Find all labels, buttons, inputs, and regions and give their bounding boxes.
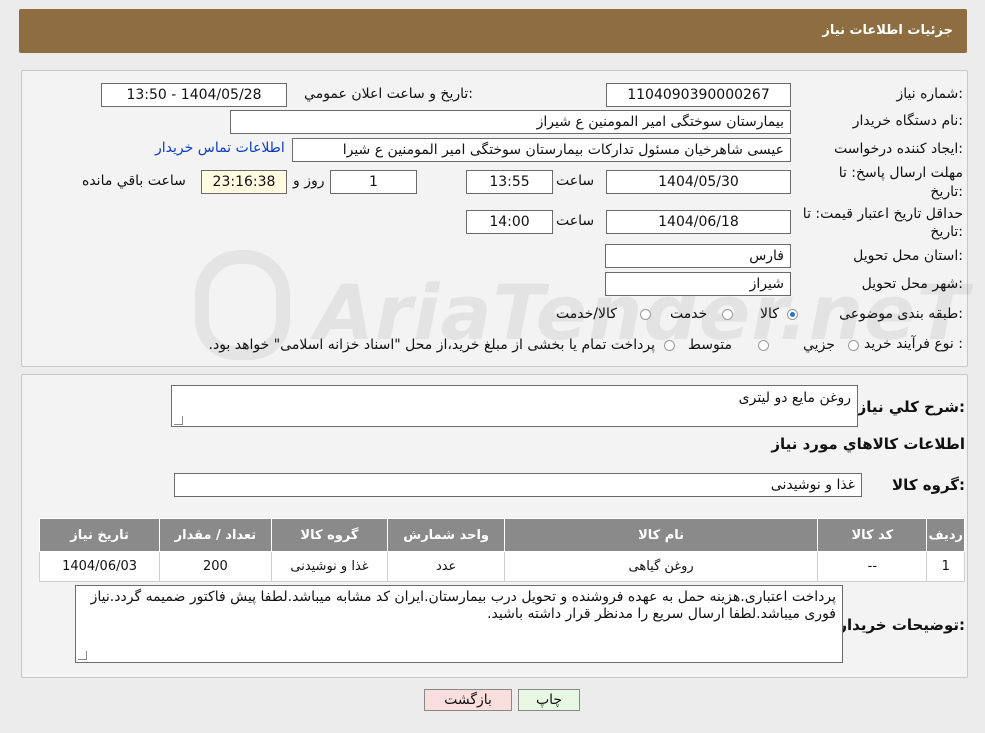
col-row: رديف — [926, 518, 965, 552]
city-field: شیراز — [605, 272, 791, 296]
city-label: شهر محل تحويل: — [861, 276, 963, 292]
page-header: جزئیات اطلاعات نیاز — [19, 9, 967, 53]
buyer-notes-textarea[interactable]: پرداخت اعتباری.هزینه حمل به عهده فروشنده… — [75, 585, 843, 663]
col-name: نام كالا — [503, 518, 819, 552]
buyer-notes-label: توضيحات خريدار: — [838, 616, 965, 634]
description-textarea[interactable]: روغن مایع دو لیتری — [171, 385, 858, 427]
category-option-goods: کالا — [760, 306, 779, 322]
buyer-notes-text: پرداخت اعتباری.هزینه حمل به عهده فروشنده… — [90, 589, 836, 622]
need-number-field: 1104090390000267 — [606, 83, 791, 107]
process-note: پرداخت تمام یا بخشی از مبلغ خرید،از محل … — [208, 337, 655, 353]
category-label: طبقه بندی موضوعی: — [839, 306, 963, 322]
province-field: فارس — [605, 244, 791, 268]
creator-label: ايجاد كننده درخواست: — [834, 141, 963, 157]
col-code: كد كالا — [817, 518, 928, 552]
process-radio-treasury[interactable] — [664, 340, 675, 351]
cell-date: 1404/06/03 — [38, 551, 161, 582]
goods-group-field: غذا و نوشیدنی — [174, 473, 862, 497]
province-label: استان محل تحويل: — [853, 248, 963, 264]
need-number-label: شماره نیاز: — [896, 86, 963, 102]
process-radio-medium[interactable] — [758, 340, 769, 351]
deadline-date-field: 1404/05/30 — [606, 170, 791, 194]
goods-info-title: اطلاعات كالاهاي مورد نياز — [771, 435, 965, 453]
process-radio-minor[interactable] — [848, 340, 859, 351]
days-label: روز و — [293, 173, 325, 189]
category-radio-goods[interactable] — [787, 309, 798, 320]
col-unit: واحد شمارش — [387, 518, 505, 552]
resize-handle-icon[interactable] — [174, 416, 183, 425]
back-button[interactable]: بازگشت — [424, 689, 512, 711]
goods-group-label: گروه كالا: — [892, 476, 965, 494]
cell-row: 1 — [926, 551, 965, 582]
col-date: تاريخ نياز — [38, 518, 161, 552]
buyer-org-label: نام دستگاه خريدار: — [852, 113, 963, 129]
col-quantity: تعداد / مقدار — [159, 518, 272, 552]
validity-label-date: تاريخ: — [930, 224, 963, 240]
validity-time-field: 14:00 — [466, 210, 553, 234]
page-title: جزئیات اطلاعات نیاز — [822, 23, 953, 38]
process-label: نوع فرآيند خريد : — [864, 336, 963, 352]
description-text: روغن مایع دو لیتری — [738, 390, 851, 406]
buyer-org-field: بیمارستان سوختگی امیر المومنین ع شیراز — [230, 110, 791, 134]
process-option-minor: جزيي — [803, 337, 835, 353]
cell-unit: عدد — [387, 551, 505, 582]
description-label: شرح كلي نياز: — [857, 398, 965, 416]
remaining-time-label: ساعت باقي مانده — [82, 173, 186, 189]
buyer-contact-link[interactable]: اطلاعات تماس خريدار — [155, 140, 285, 156]
cell-code: -- — [817, 551, 928, 582]
process-option-medium: متوسط — [688, 337, 732, 353]
table-row: 1 -- روغن گیاهی عدد غذا و نوشیدنی 200 14… — [38, 551, 965, 582]
category-option-service: خدمت — [670, 306, 708, 322]
cell-group: غذا و نوشیدنی — [270, 551, 389, 582]
deadline-label: مهلت ارسال پاسخ: تا — [838, 165, 963, 181]
category-option-goods-service: کالا/خدمت — [556, 306, 617, 322]
validity-label: حداقل تاريخ اعتبار قيمت: تا — [802, 206, 963, 222]
validity-date-field: 1404/06/18 — [606, 210, 791, 234]
goods-table: رديف كد كالا نام كالا واحد شمارش گروه كا… — [38, 518, 965, 582]
deadline-time-label: ساعت — [556, 173, 595, 189]
cell-name: روغن گیاهی — [503, 551, 819, 582]
announce-date-label: تاریخ و ساعت اعلان عمومي: — [304, 86, 473, 102]
resize-handle-icon[interactable] — [78, 651, 87, 660]
print-button[interactable]: چاپ — [518, 689, 580, 711]
remaining-time-field: 23:16:38 — [201, 170, 287, 194]
announce-date-field: 1404/05/28 - 13:50 — [101, 83, 287, 107]
cell-quantity: 200 — [159, 551, 272, 582]
deadline-label-date: تاريخ: — [930, 184, 963, 200]
category-radio-goods-service[interactable] — [640, 309, 651, 320]
deadline-time-field: 13:55 — [466, 170, 553, 194]
validity-time-label: ساعت — [556, 213, 595, 229]
category-radio-service[interactable] — [722, 309, 733, 320]
goods-table-header: رديف كد كالا نام كالا واحد شمارش گروه كا… — [38, 518, 965, 552]
col-group: گروه كالا — [270, 518, 389, 552]
creator-field: عیسی شاهرخیان مسئول تدارکات بیمارستان سو… — [292, 138, 791, 162]
remaining-days-field: 1 — [330, 170, 417, 194]
